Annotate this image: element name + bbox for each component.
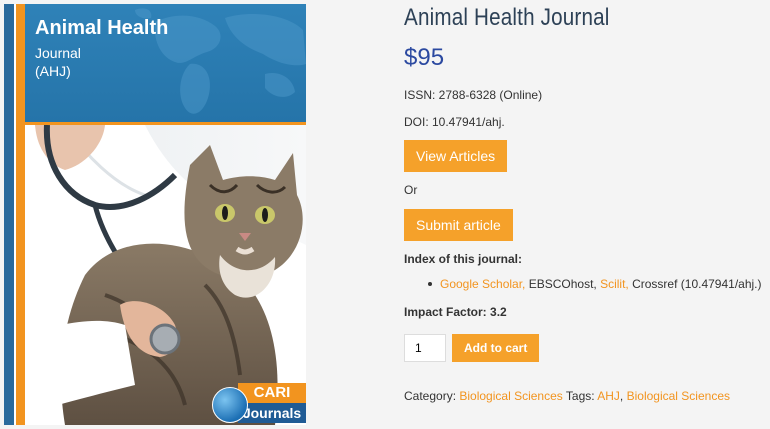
cover-subtitle: Journal (AHJ): [35, 44, 81, 80]
tags-label: Tags:: [565, 389, 595, 403]
view-articles-button[interactable]: View Articles: [404, 140, 508, 172]
doi-text: DOI: 10.47941/ahj.: [404, 115, 505, 129]
index-list: Google Scholar, EBSCOhost, Scilit, Cross…: [428, 277, 762, 291]
quantity-input[interactable]: [404, 334, 446, 362]
product-title: Animal Health Journal: [404, 4, 610, 31]
impact-factor: Impact Factor: 3.2: [404, 305, 507, 319]
cover-subtitle-abbrev: (AHJ): [35, 63, 71, 79]
cover-subtitle-journal: Journal: [35, 45, 81, 61]
or-text: Or: [404, 183, 418, 197]
list-item: Google Scholar, EBSCOhost, Scilit, Cross…: [428, 277, 762, 291]
cover-title: Animal Health: [35, 17, 169, 39]
cover-blue-stripe: [4, 4, 14, 425]
product-price: $95: [404, 44, 445, 71]
product-meta: Category: Biological Sciences Tags: AHJ,…: [404, 389, 730, 403]
tag-link-ahj[interactable]: AHJ: [597, 389, 620, 403]
google-scholar-link[interactable]: Google Scholar,: [440, 277, 525, 291]
cover-orange-stripe: [16, 4, 25, 425]
tag-link-biological-sciences[interactable]: Biological Sciences: [627, 389, 730, 403]
cari-logo-bottom: Journals: [238, 403, 306, 423]
category-label: Category:: [404, 389, 457, 403]
submit-article-button[interactable]: Submit article: [404, 209, 513, 241]
journal-cover-image[interactable]: Animal Health Journal (AHJ) CARI Journal…: [4, 4, 306, 425]
index-heading: Index of this journal:: [404, 252, 523, 266]
scilit-link[interactable]: Scilit,: [600, 277, 629, 291]
tag-separator: ,: [619, 389, 624, 403]
vet-with-cat-photo: [25, 125, 306, 425]
cari-journals-logo: CARI Journals: [208, 383, 306, 425]
crossref-text: Crossref (10.47941/ahj.): [628, 277, 762, 291]
globe-icon: [212, 387, 248, 423]
category-link[interactable]: Biological Sciences: [459, 389, 562, 403]
ebscohost-text: EBSCOhost,: [525, 277, 601, 291]
issn-text: ISSN: 2788-6328 (Online): [404, 88, 543, 102]
add-to-cart-button[interactable]: Add to cart: [452, 334, 540, 362]
cari-logo-top: CARI: [238, 383, 306, 403]
